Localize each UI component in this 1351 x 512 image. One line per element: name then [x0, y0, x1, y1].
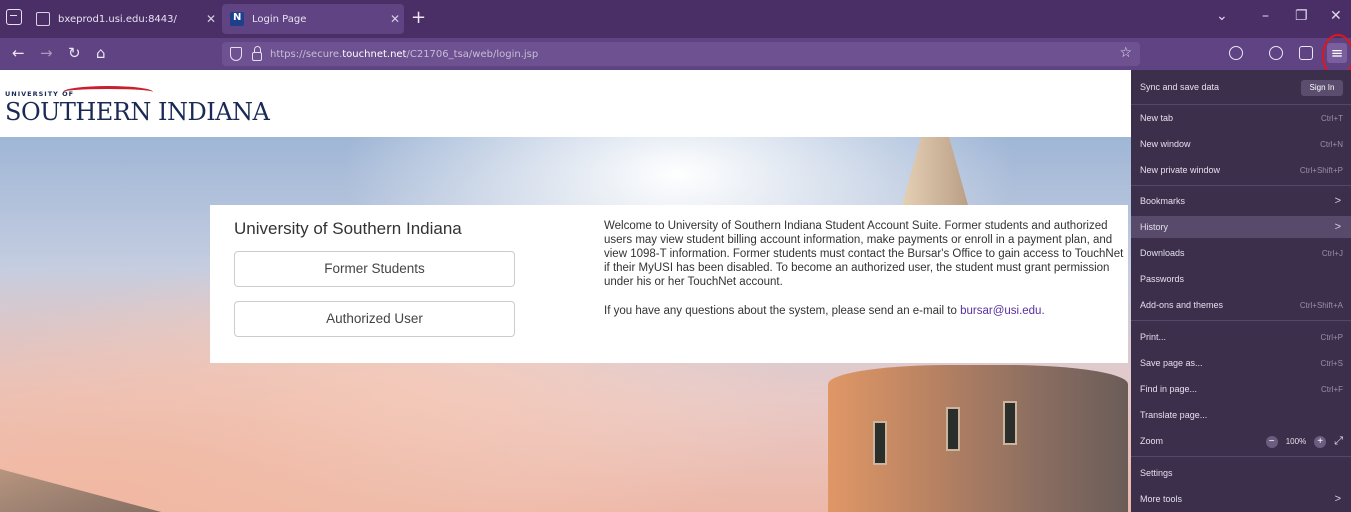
sync-item[interactable]: Sync and save data Sign In — [1131, 76, 1351, 98]
menu-item-more-tools[interactable]: More tools > — [1131, 488, 1351, 510]
tower-spire — [900, 137, 970, 212]
login-card: University of Southern Indiana Former St… — [210, 205, 1128, 363]
menu-item-save-page[interactable]: Save page as... Ctrl+S — [1131, 352, 1351, 374]
welcome-text: Welcome to University of Southern Indian… — [604, 220, 1124, 288]
extensions-icon[interactable] — [1299, 46, 1313, 60]
chevron-right-icon: > — [1334, 195, 1341, 207]
bookmark-star-icon[interactable]: ☆ — [1119, 45, 1132, 61]
building-roof — [0, 469, 180, 512]
menu-item-new-window[interactable]: New window Ctrl+N — [1131, 133, 1351, 155]
contact-text: If you have any questions about the syst… — [604, 305, 1045, 317]
menu-item-zoom: Zoom − 100% + ⤢ — [1140, 435, 1343, 448]
former-students-button[interactable]: Former Students — [234, 251, 515, 287]
tower-window — [873, 421, 887, 465]
menu-item-new-private-window[interactable]: New private window Ctrl+Shift+P — [1131, 159, 1351, 181]
close-window-icon[interactable]: ✕ — [1330, 8, 1342, 24]
minimize-icon[interactable]: – — [1262, 8, 1269, 24]
menu-item-translate-page[interactable]: Translate page... — [1131, 404, 1351, 426]
new-tab-button[interactable]: + — [411, 7, 426, 28]
account-icon[interactable] — [1269, 46, 1283, 60]
zoom-out-button[interactable]: − — [1265, 435, 1278, 448]
menu-item-downloads[interactable]: Downloads Ctrl+J — [1131, 242, 1351, 264]
touchnet-favicon — [230, 12, 244, 26]
menu-item-addons[interactable]: Add-ons and themes Ctrl+Shift+A — [1131, 294, 1351, 316]
menu-item-settings[interactable]: Settings — [1131, 462, 1351, 484]
card-title: University of Southern Indiana — [234, 219, 462, 238]
url-text[interactable]: https://secure.touchnet.net/C21706_tsa/w… — [270, 49, 538, 60]
logo-name: SOUTHERN INDIANA — [5, 98, 270, 126]
divider — [1131, 456, 1351, 457]
chevron-right-icon: > — [1334, 493, 1341, 505]
zoom-value[interactable]: 100% — [1286, 437, 1306, 446]
tab-login-page[interactable]: Login Page ✕ — [222, 4, 404, 34]
authorized-user-button[interactable]: Authorized User — [234, 301, 515, 337]
fullscreen-icon[interactable]: ⤢ — [1334, 435, 1343, 448]
tower — [828, 365, 1128, 512]
menu-item-find-in-page[interactable]: Find in page... Ctrl+F — [1131, 378, 1351, 400]
close-icon[interactable]: ✕ — [206, 12, 216, 26]
logo-swoosh — [63, 86, 153, 98]
shield-icon[interactable] — [230, 47, 242, 61]
app-menu: Sync and save data Sign In New tab Ctrl+T… — [1131, 70, 1351, 512]
tab-bar: bxeprod1.usi.edu:8443/ ✕ Login Page ✕ + … — [0, 0, 1351, 38]
web-page: UNIVERSITY OF SOUTHERN INDIANA Universit… — [0, 70, 1131, 512]
page-icon — [36, 12, 50, 26]
zoom-controls: − 100% + ⤢ — [1265, 435, 1343, 448]
menu-item-history[interactable]: History > — [1131, 216, 1351, 238]
chevron-right-icon: > — [1334, 221, 1341, 233]
menu-item-bookmarks[interactable]: Bookmarks > — [1131, 190, 1351, 212]
menu-item-passwords[interactable]: Passwords — [1131, 268, 1351, 290]
tower-window — [946, 407, 960, 451]
divider — [1131, 185, 1351, 186]
chevron-down-icon[interactable]: ⌄ — [1216, 8, 1228, 24]
menu-item-new-tab[interactable]: New tab Ctrl+T — [1131, 107, 1351, 129]
forward-icon[interactable]: → — [40, 44, 53, 62]
tower-window — [1003, 401, 1017, 445]
restore-icon[interactable]: ❐ — [1295, 8, 1308, 24]
zoom-in-button[interactable]: + — [1314, 435, 1327, 448]
menu-item-print[interactable]: Print... Ctrl+P — [1131, 326, 1351, 348]
lock-icon[interactable] — [252, 45, 262, 61]
tab-list-icon[interactable] — [6, 9, 22, 25]
reload-icon[interactable]: ↻ — [68, 44, 81, 62]
divider — [1131, 104, 1351, 105]
usi-logo[interactable]: UNIVERSITY OF SOUTHERN INDIANA — [5, 80, 305, 135]
tab-label: bxeprod1.usi.edu:8443/ — [58, 13, 177, 25]
address-bar[interactable]: https://secure.touchnet.net/C21706_tsa/w… — [222, 42, 1140, 66]
home-icon[interactable]: ⌂ — [96, 44, 106, 62]
close-icon[interactable]: ✕ — [390, 12, 400, 26]
pocket-icon[interactable] — [1229, 46, 1243, 60]
sign-in-button[interactable]: Sign In — [1301, 80, 1343, 96]
back-icon[interactable]: ← — [12, 44, 25, 62]
email-link[interactable]: bursar@usi.edu. — [960, 305, 1045, 317]
tab-bxeprod[interactable]: bxeprod1.usi.edu:8443/ ✕ — [30, 4, 220, 34]
divider — [1131, 320, 1351, 321]
tab-label: Login Page — [252, 13, 307, 25]
navigation-bar: ← → ↻ ⌂ https://secure.touchnet.net/C217… — [0, 38, 1351, 70]
